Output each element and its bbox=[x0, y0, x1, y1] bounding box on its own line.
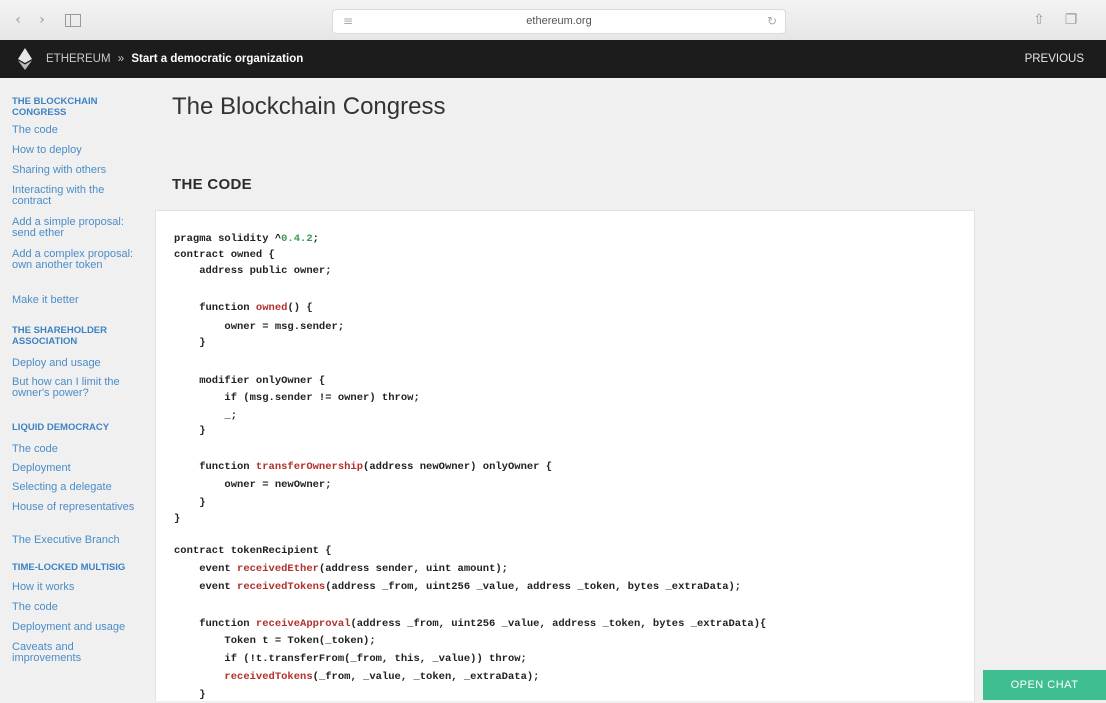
code-line: function transferOwnership(address newOw… bbox=[174, 461, 553, 473]
code-line: modifier onlyOwner { bbox=[174, 375, 326, 387]
code-line: receivedTokens(_from, _value, _token, _e… bbox=[224, 671, 540, 683]
site-header: ETHEREUM » Start a democratic organizati… bbox=[0, 40, 1106, 78]
code-line: owner = newOwner; bbox=[174, 479, 332, 491]
sidebar-item-house-of-representatives[interactable]: House of representatives bbox=[12, 502, 144, 513]
code-line: _; bbox=[174, 410, 238, 422]
code-line: if (msg.sender != owner) throw; bbox=[174, 392, 420, 404]
breadcrumb-home-link[interactable]: ETHEREUM bbox=[46, 53, 111, 65]
sidebar-heading-shareholder-association[interactable]: THE SHAREHOLDER ASSOCIATION bbox=[12, 325, 144, 347]
sidebar-item-deployment[interactable]: Deployment bbox=[12, 463, 144, 474]
code-line: Token t = Token(_token); bbox=[174, 635, 376, 647]
sidebar-item-simple-proposal[interactable]: Add a simple proposal: send ether bbox=[12, 217, 144, 239]
sidebar-item-the-code[interactable]: The code bbox=[12, 444, 144, 455]
browser-toolbar: ‹ › ≡ ethereum.org ↻ ⇧ ❐ bbox=[0, 0, 1106, 41]
address-bar[interactable]: ≡ ethereum.org ↻ bbox=[332, 9, 786, 34]
forward-icon[interactable]: › bbox=[34, 10, 50, 30]
sidebar-heading-blockchain-congress[interactable]: THE BLOCKCHAIN CONGRESS bbox=[12, 96, 144, 118]
open-chat-button[interactable]: OPEN CHAT bbox=[983, 670, 1106, 700]
page-title: The Blockchain Congress bbox=[172, 93, 446, 120]
tabs-icon[interactable]: ❐ bbox=[1062, 10, 1080, 30]
code-block: pragma solidity ^0.4.2; contract owned {… bbox=[155, 210, 975, 701]
sidebar-item-limit-owner-power[interactable]: But how can I limit the owner's power? bbox=[12, 377, 144, 399]
code-line: function owned() { bbox=[174, 302, 313, 314]
sidebar-item-how-to-deploy[interactable]: How to deploy bbox=[12, 145, 144, 156]
code-line: address public owner; bbox=[174, 265, 332, 277]
sidebar-item-interacting-with-contract[interactable]: Interacting with the contract bbox=[12, 185, 144, 207]
share-icon[interactable]: ⇧ bbox=[1030, 10, 1048, 30]
code-line: pragma solidity ^0.4.2; bbox=[174, 233, 319, 245]
reload-icon[interactable]: ↻ bbox=[767, 10, 777, 33]
code-line: event receivedEther(address sender, uint… bbox=[174, 563, 508, 575]
sidebar-heading-liquid-democracy[interactable]: LIQUID DEMOCRACY bbox=[12, 422, 144, 433]
sidebar-icon[interactable] bbox=[64, 10, 82, 30]
code-line: owner = msg.sender; bbox=[174, 321, 345, 333]
back-icon[interactable]: ‹ bbox=[10, 10, 26, 30]
breadcrumb: ETHEREUM » Start a democratic organizati… bbox=[46, 40, 303, 78]
breadcrumb-current-page: Start a democratic organization bbox=[131, 53, 304, 65]
code-line: } bbox=[174, 689, 206, 701]
code-line: } bbox=[174, 337, 206, 349]
sidebar-item-make-it-better[interactable]: Make it better bbox=[12, 295, 144, 306]
section-title: THE CODE bbox=[172, 176, 252, 193]
breadcrumb-separator: » bbox=[117, 53, 125, 65]
code-line: event receivedTokens(address _from, uint… bbox=[174, 581, 742, 593]
sidebar-item-complex-proposal[interactable]: Add a complex proposal: own another toke… bbox=[12, 249, 144, 271]
sidebar-item-caveats-improvements[interactable]: Caveats and improvements bbox=[12, 642, 144, 664]
sidebar-item-how-it-works[interactable]: How it works bbox=[12, 582, 144, 593]
url-text: ethereum.org bbox=[526, 15, 592, 27]
code-line: } bbox=[174, 425, 206, 437]
code-line: function receiveApproval(address _from, … bbox=[174, 618, 767, 630]
code-line: } bbox=[174, 513, 181, 525]
code-line: contract tokenRecipient { bbox=[174, 545, 332, 557]
sidebar-item-sharing-with-others[interactable]: Sharing with others bbox=[12, 165, 144, 176]
sidebar-nav: THE BLOCKCHAIN CONGRESS The code How to … bbox=[0, 78, 150, 700]
sidebar-heading-time-locked-multisig[interactable]: TIME-LOCKED MULTISIG bbox=[12, 562, 144, 573]
sidebar-item-selecting-delegate[interactable]: Selecting a delegate bbox=[12, 482, 144, 493]
previous-link[interactable]: PREVIOUS bbox=[1025, 40, 1084, 78]
sidebar-item-deployment-and-usage[interactable]: Deployment and usage bbox=[12, 622, 144, 633]
sidebar-item-deploy-and-usage[interactable]: Deploy and usage bbox=[12, 358, 144, 369]
sidebar-item-the-code[interactable]: The code bbox=[12, 125, 144, 136]
sidebar-item-executive-branch[interactable]: The Executive Branch bbox=[12, 535, 144, 546]
code-line: contract owned { bbox=[174, 249, 275, 261]
code-line: } bbox=[174, 497, 206, 509]
code-line: if (!t.transferFrom(_from, this, _value)… bbox=[174, 653, 527, 665]
ethereum-logo-icon[interactable] bbox=[18, 48, 32, 70]
sidebar-item-the-code[interactable]: The code bbox=[12, 602, 144, 613]
